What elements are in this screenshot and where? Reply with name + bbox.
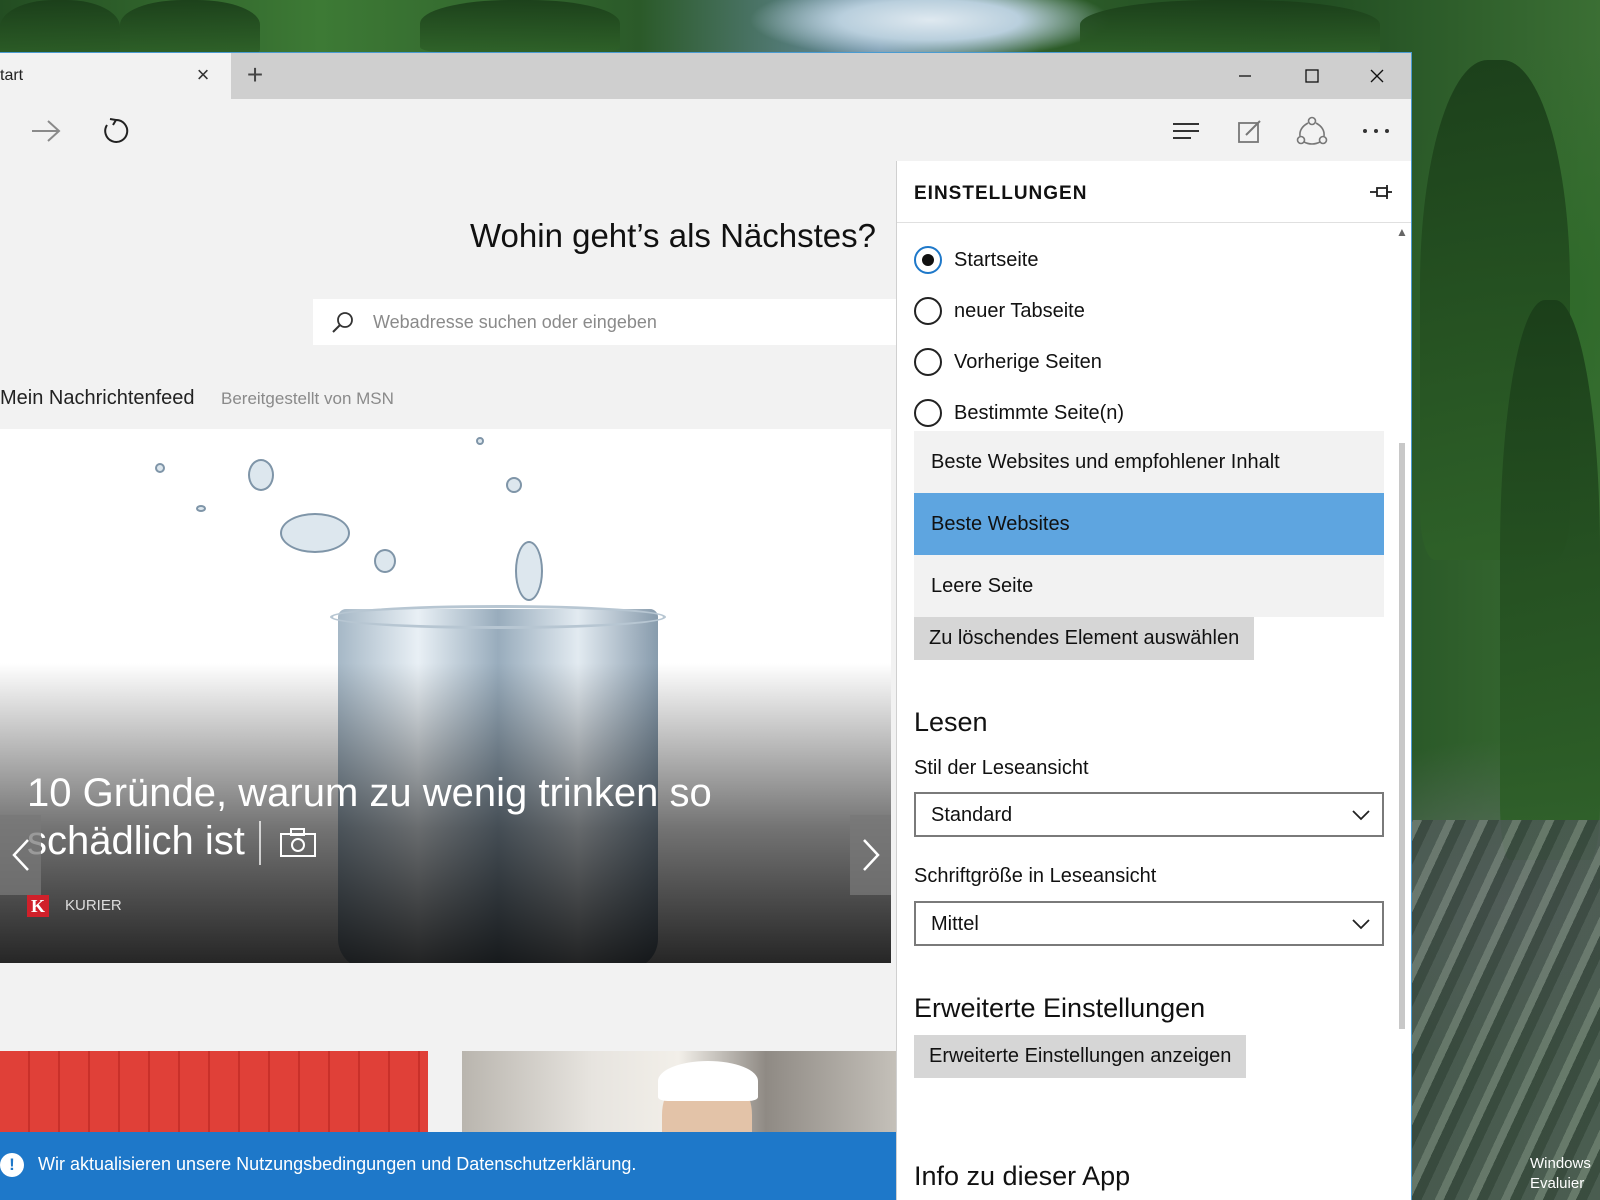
- scrollbar[interactable]: ▲: [1393, 223, 1411, 1200]
- tab-bar: tart × +: [0, 53, 1411, 99]
- start-page: Wohin geht’s als Nächstes? Webadresse su…: [0, 161, 896, 1200]
- settings-title: EINSTELLUNGEN: [914, 183, 1088, 204]
- feed-subtitle: Bereitgestellt von MSN: [221, 389, 394, 408]
- section-title-advanced: Erweiterte Einstellungen: [914, 993, 1206, 1023]
- font-size-select[interactable]: Mittel: [914, 901, 1384, 946]
- settings-pane: EINSTELLUNGEN Startseite neuer Tabseite …: [896, 161, 1411, 1200]
- notice-bar[interactable]: ! Wir aktualisieren unsere Nutzungsbedin…: [0, 1132, 896, 1200]
- plus-icon[interactable]: +: [242, 61, 268, 89]
- chevron-down-icon: [1352, 917, 1370, 935]
- source-name: KURIER: [65, 897, 122, 914]
- feed-title: Mein Nachrichtenfeed: [0, 387, 195, 409]
- radio-button[interactable]: [914, 297, 942, 325]
- scroll-thumb[interactable]: [1399, 443, 1405, 1029]
- hero-carousel[interactable]: 10 Gründe, warum zu wenig trinken so sch…: [0, 429, 891, 963]
- chevron-left-icon[interactable]: [0, 815, 41, 895]
- browser-window: tart × + Wohin geht’s als Nächstes? Weba…: [0, 52, 1412, 1200]
- clear-data-button[interactable]: Zu löschendes Element auswählen: [914, 617, 1255, 660]
- pin-icon[interactable]: [1369, 183, 1393, 206]
- reading-style-select[interactable]: Standard: [914, 792, 1384, 837]
- close-icon[interactable]: ×: [192, 64, 214, 87]
- minimize-icon[interactable]: [1213, 53, 1277, 99]
- search-icon: [331, 311, 355, 340]
- maximize-icon[interactable]: [1280, 53, 1344, 99]
- section-title-about: Info zu dieser App: [914, 1161, 1131, 1191]
- radio-startseite[interactable]: Startseite: [914, 244, 1038, 276]
- chevron-down-icon: [1352, 808, 1370, 826]
- radio-button[interactable]: [914, 399, 942, 427]
- tab-title: tart: [0, 67, 24, 84]
- chevron-up-icon[interactable]: ▲: [1396, 225, 1408, 239]
- source-logo: K: [27, 895, 49, 917]
- dropdown-option[interactable]: Leere Seite: [914, 555, 1384, 617]
- share-icon[interactable]: [1294, 113, 1330, 149]
- close-window-icon[interactable]: [1345, 53, 1409, 99]
- radio-button[interactable]: [914, 348, 942, 376]
- camera-icon: [258, 821, 317, 866]
- search-input[interactable]: Webadresse suchen oder eingeben: [313, 299, 896, 345]
- radio-bestimmte-seiten[interactable]: Bestimmte Seite(n): [914, 397, 1124, 429]
- notice-text: Wir aktualisieren unsere Nutzungsbedingu…: [38, 1154, 637, 1174]
- forward-icon[interactable]: [28, 113, 64, 149]
- page-headline: Wohin geht’s als Nächstes?: [469, 217, 876, 254]
- radio-vorherige-seiten[interactable]: Vorherige Seiten: [914, 346, 1102, 378]
- info-icon: !: [0, 1153, 24, 1177]
- more-icon[interactable]: [1358, 113, 1394, 149]
- section-title-lesen: Lesen: [914, 707, 988, 737]
- dropdown-option[interactable]: Beste Websites und empfohlener Inhalt: [914, 431, 1384, 493]
- windows-watermark: Windows Evaluier: [1530, 1155, 1591, 1192]
- chevron-right-icon[interactable]: [850, 815, 891, 895]
- reading-style-label: Stil der Leseansicht: [914, 757, 1089, 779]
- refresh-icon[interactable]: [98, 113, 134, 149]
- settings-header: EINSTELLUNGEN: [897, 161, 1411, 223]
- tab-start[interactable]: tart ×: [0, 53, 231, 99]
- font-size-label: Schriftgröße in Leseansicht: [914, 865, 1157, 887]
- dropdown-option[interactable]: Beste Websites: [914, 493, 1384, 555]
- web-note-icon[interactable]: [1232, 113, 1268, 149]
- advanced-settings-button[interactable]: Erweiterte Einstellungen anzeigen: [914, 1035, 1247, 1078]
- hub-icon[interactable]: [1168, 113, 1204, 149]
- search-placeholder: Webadresse suchen oder eingeben: [373, 312, 657, 332]
- nav-bar: [0, 99, 1411, 161]
- hero-title[interactable]: 10 Gründe, warum zu wenig trinken so sch…: [27, 769, 747, 866]
- radio-button[interactable]: [914, 246, 942, 274]
- radio-neuer-tabseite[interactable]: neuer Tabseite: [914, 295, 1085, 327]
